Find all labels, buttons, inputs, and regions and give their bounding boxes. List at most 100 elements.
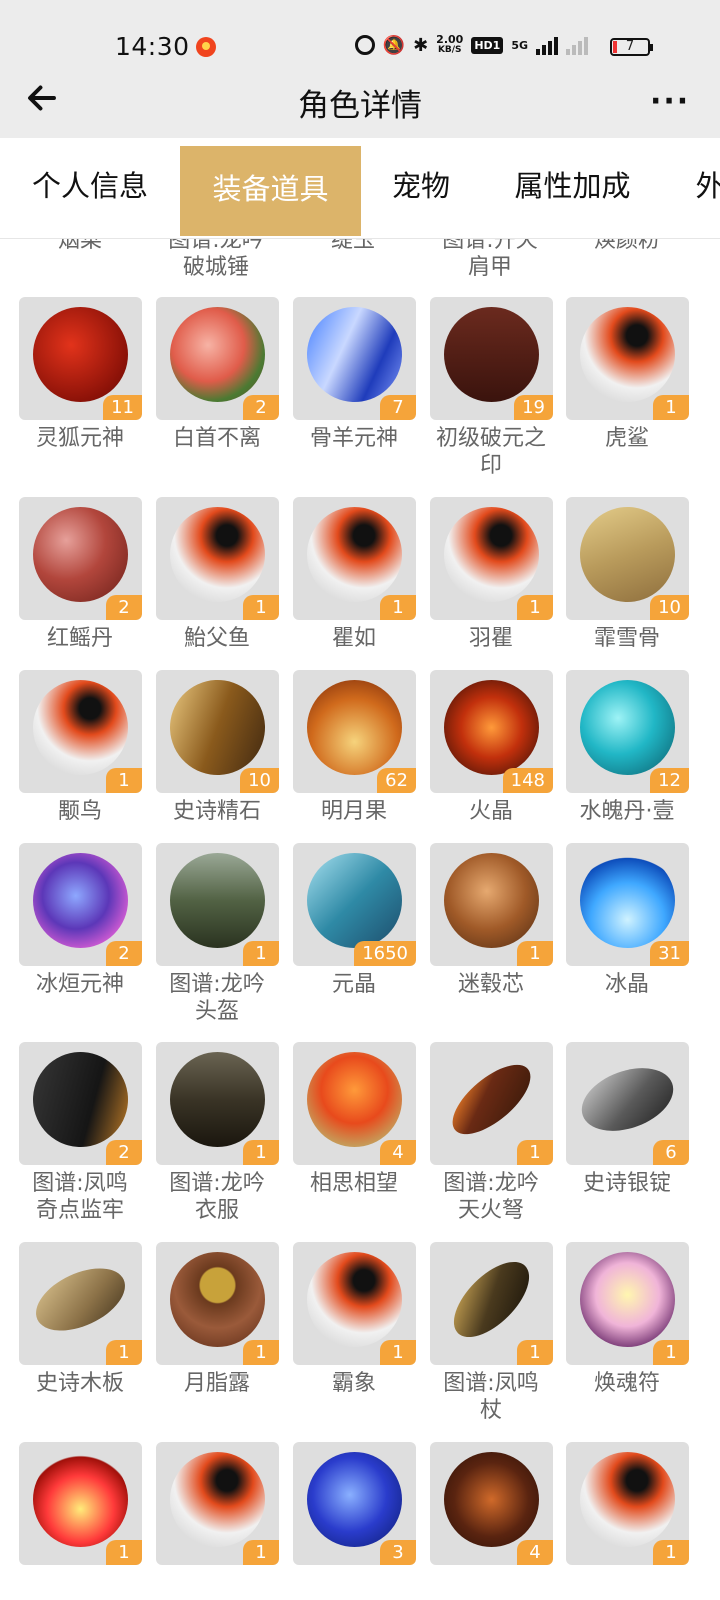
item-tile[interactable]: 12: [566, 670, 689, 793]
item-count-badge: 2: [243, 395, 279, 420]
battery-level: 7: [625, 39, 635, 54]
item-tile[interactable]: 1: [566, 297, 689, 420]
item-tile[interactable]: 1: [156, 1442, 279, 1565]
hd-icon: HD1: [471, 36, 504, 54]
mute-icon: 🔕: [382, 34, 406, 56]
item-tile[interactable]: 1: [156, 497, 279, 620]
item-tile[interactable]: 1: [566, 1242, 689, 1365]
item-tile[interactable]: 1: [430, 497, 553, 620]
item-tile[interactable]: 6: [566, 1042, 689, 1165]
item-tile[interactable]: 31: [566, 843, 689, 966]
item-image: [170, 307, 265, 402]
more-options-button[interactable]: ···: [650, 84, 694, 119]
item-count-badge: 1: [106, 1340, 142, 1365]
item-count-badge: 3: [380, 1540, 416, 1565]
item-count-badge: 1: [517, 595, 553, 620]
item-image: [307, 1052, 402, 1147]
signal-strength-icon: [536, 35, 558, 55]
item-count-badge: 6: [653, 1140, 689, 1165]
item-tile[interactable]: 1650: [293, 843, 416, 966]
item-count-badge: 1: [243, 1340, 279, 1365]
item-image: [444, 307, 539, 402]
tab-equipment-items[interactable]: 装备道具: [180, 146, 361, 236]
item-image: [573, 1056, 682, 1143]
app-notification-icon: [196, 37, 216, 57]
item-tile[interactable]: 1: [19, 670, 142, 793]
item-name: 冰烜元神: [35, 972, 124, 997]
item-tile[interactable]: 148: [430, 670, 553, 793]
item-name: 初级破元之 印: [435, 426, 546, 478]
item-name: 水魄丹·壹: [579, 799, 675, 824]
partial-item-row: 烟菜 图谱:龙吟 破城锤 缇玉 图谱:开天 肩甲 焕颜粉: [0, 239, 720, 287]
item-tile[interactable]: 1: [566, 1442, 689, 1565]
item-count-badge: 31: [650, 941, 689, 966]
tab-pets[interactable]: 宠物: [361, 138, 481, 238]
item-count-badge: 1: [106, 1540, 142, 1565]
item-tile[interactable]: 7: [293, 297, 416, 420]
item-count-badge: 148: [502, 768, 553, 793]
network-speed-unit: KB/S: [437, 45, 462, 55]
tab-attribute-bonus[interactable]: 属性加成: [490, 138, 655, 238]
item-image: [307, 1452, 402, 1547]
item-tile[interactable]: 1: [19, 1442, 142, 1565]
item-tile[interactable]: 2: [19, 497, 142, 620]
item-name: 元晶: [331, 972, 376, 997]
item-tile[interactable]: 2: [19, 843, 142, 966]
item-label: 图谱:龙吟 破城锤: [168, 239, 264, 280]
item-image: [26, 1255, 135, 1344]
item-count-badge: 4: [380, 1140, 416, 1165]
item-tile[interactable]: 2: [19, 1042, 142, 1165]
item-tile[interactable]: 1: [156, 843, 279, 966]
item-tile[interactable]: 4: [430, 1442, 553, 1565]
item-image: [33, 307, 128, 402]
tab-bar: 个人信息 装备道具 宠物 属性加成 外: [0, 138, 720, 239]
tab-more[interactable]: 外: [680, 138, 720, 238]
item-tile[interactable]: 1: [156, 1042, 279, 1165]
item-tile[interactable]: 10: [156, 670, 279, 793]
item-image: [580, 307, 675, 402]
item-tile[interactable]: 1: [430, 1042, 553, 1165]
item-image: [170, 1252, 265, 1347]
item-tile[interactable]: 10: [566, 497, 689, 620]
item-count-badge: 1: [380, 595, 416, 620]
item-tile[interactable]: 19: [430, 297, 553, 420]
item-name: 图谱:龙吟 头盔: [169, 972, 265, 1024]
item-count-badge: 1: [243, 941, 279, 966]
item-tile[interactable]: 2: [156, 297, 279, 420]
item-count-badge: 1: [517, 1340, 553, 1365]
item-tile[interactable]: 1: [19, 1242, 142, 1365]
item-tile[interactable]: 1: [293, 1242, 416, 1365]
item-name: 白首不离: [172, 426, 261, 451]
item-image: [33, 680, 128, 775]
item-count-badge: 11: [103, 395, 142, 420]
item-count-badge: 1: [243, 595, 279, 620]
item-tile[interactable]: 3: [293, 1442, 416, 1565]
item-tile[interactable]: 1: [156, 1242, 279, 1365]
item-name: 图谱:凤鸣 奇点监牢: [32, 1171, 128, 1223]
item-count-badge: 1: [243, 1140, 279, 1165]
item-name: 鮐父鱼: [183, 626, 250, 651]
item-name: 颙鸟: [57, 799, 102, 824]
item-tile[interactable]: 62: [293, 670, 416, 793]
page-title: 角色详情: [298, 88, 422, 124]
item-tile[interactable]: 4: [293, 1042, 416, 1165]
item-name: 相思相望: [309, 1171, 398, 1196]
item-count-badge: 10: [650, 595, 689, 620]
item-name: 图谱:凤鸣 杖: [443, 1371, 539, 1423]
item-tile[interactable]: 1: [430, 1242, 553, 1365]
bluetooth-icon: ✱: [413, 34, 429, 56]
item-image: [580, 853, 675, 948]
item-image: [307, 1252, 402, 1347]
item-image: [307, 507, 402, 602]
item-tile[interactable]: 11: [19, 297, 142, 420]
item-name: 红鳐丹: [46, 626, 113, 651]
item-tile[interactable]: 1: [430, 843, 553, 966]
item-name: 虎鲨: [604, 426, 649, 451]
item-tile[interactable]: 1: [293, 497, 416, 620]
item-name: 图谱:龙吟 衣服: [169, 1171, 265, 1223]
item-name: 明月果: [320, 799, 387, 824]
item-count-badge: 1: [517, 941, 553, 966]
tab-personal-info[interactable]: 个人信息: [0, 138, 180, 238]
item-count-badge: 1: [380, 1340, 416, 1365]
item-name: 灵狐元神: [35, 426, 124, 451]
